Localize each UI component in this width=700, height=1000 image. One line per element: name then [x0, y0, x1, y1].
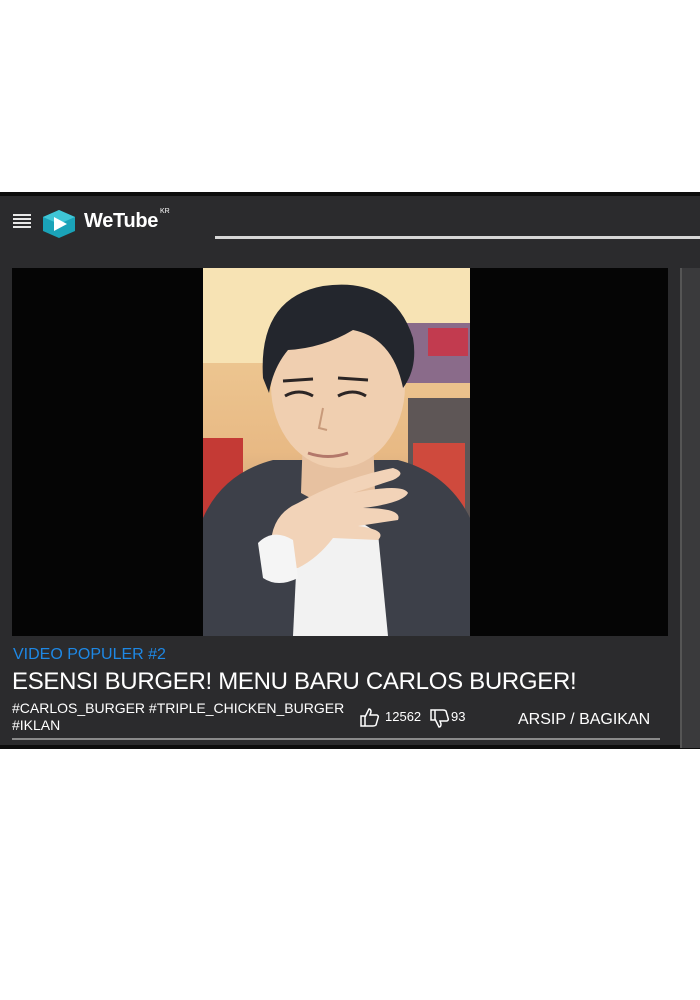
like-count: 12562 — [385, 709, 422, 724]
archive-share-button[interactable]: ARSIP / BAGIKAN — [518, 711, 650, 729]
scrollbar[interactable] — [680, 268, 700, 748]
video-title: ESENSI BURGER! MENU BARU CARLOS BURGER! — [12, 668, 577, 695]
popular-rank-label: VIDEO POPULER #2 — [13, 646, 166, 663]
thumbs-up-icon[interactable] — [358, 706, 380, 728]
video-tags: #CARLOS_BURGER #TRIPLE_CHICKEN_BURGER #I… — [12, 700, 344, 734]
video-thumbnail — [203, 268, 470, 636]
tags-line[interactable]: #IKLAN — [12, 717, 344, 734]
video-player[interactable] — [12, 268, 668, 636]
divider — [12, 738, 660, 740]
dislike-count: 93 — [451, 709, 466, 724]
play-hexagon-logo-icon[interactable] — [40, 208, 78, 240]
wetube-window: WeTube KR VIDEO POPULER #2 ESENSI BURGER… — [0, 192, 700, 749]
region-label: KR — [160, 208, 170, 215]
hamburger-menu-icon[interactable] — [13, 214, 31, 228]
tags-line[interactable]: #CARLOS_BURGER #TRIPLE_CHICKEN_BURGER — [12, 700, 344, 717]
search-bar-line[interactable] — [215, 236, 700, 239]
app-name[interactable]: WeTube — [84, 210, 158, 233]
thumbs-down-icon[interactable] — [428, 708, 450, 730]
top-bar: WeTube KR — [0, 196, 700, 240]
